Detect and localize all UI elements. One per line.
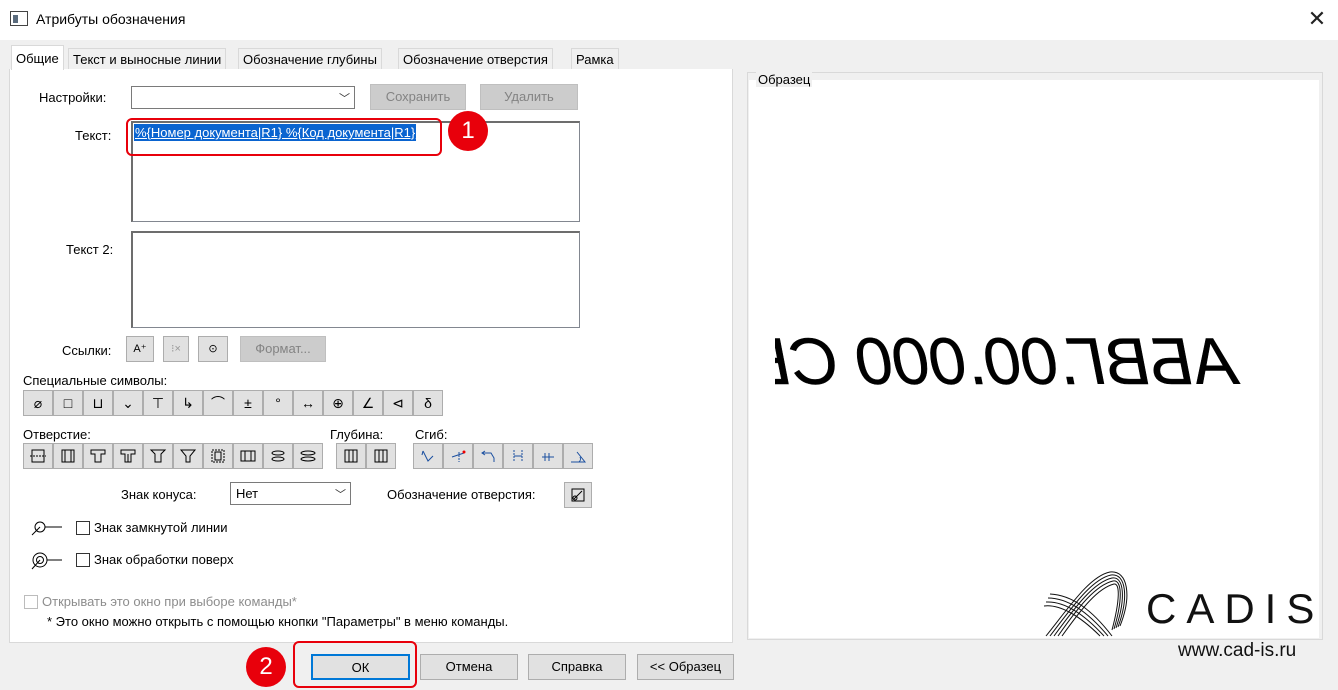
cancel-button[interactable]: Отмена (420, 654, 518, 680)
close-icon[interactable]: ✕ (1304, 6, 1330, 32)
cadis-logo-icon (1043, 571, 1128, 637)
links-label: Ссылки: (62, 343, 112, 358)
settings-label: Настройки: (39, 90, 107, 105)
format-button[interactable]: Формат... (240, 336, 326, 362)
insert-field-icon[interactable]: A⁺ (126, 336, 154, 362)
hole-slot-threaded-icon[interactable] (293, 443, 323, 469)
hole-threaded-icon[interactable] (53, 443, 83, 469)
diameter-icon[interactable]: ⌀ (23, 390, 53, 416)
counterbore-icon[interactable]: ⊔ (83, 390, 113, 416)
help-button[interactable]: Справка (528, 654, 626, 680)
open-on-command-checkbox[interactable] (24, 595, 38, 609)
hole-through-icon[interactable] (23, 443, 53, 469)
tab-depth[interactable]: Обозначение глубины (238, 48, 382, 70)
cadis-url: www.cad-is.ru (1178, 640, 1297, 661)
st-symbol-icon[interactable]: ⊕ (323, 390, 353, 416)
cone-label: Знак конуса: (121, 487, 197, 502)
taper-icon[interactable]: ⊲ (383, 390, 413, 416)
save-button[interactable]: Сохранить (370, 84, 466, 110)
remove-field-icon[interactable]: ⁝× (163, 336, 189, 362)
tab-text-leaders[interactable]: Текст и выносные линии (68, 48, 227, 70)
preview-label: Образец (756, 72, 813, 87)
cone-select[interactable]: Нет ﹀ (230, 482, 351, 505)
hole-designation-label: Обозначение отверстия: (387, 487, 536, 502)
plus-minus-icon[interactable]: ± (233, 390, 263, 416)
closed-line-icon (28, 516, 64, 538)
chevron-down-icon: ﹀ (339, 93, 350, 105)
footnote: * Это окно можно открыть с помощью кнопк… (47, 614, 509, 629)
closed-line-label: Знак замкнутой линии (94, 520, 228, 535)
bend-up-icon[interactable] (413, 443, 443, 469)
closed-line-checkbox[interactable] (76, 521, 90, 535)
special-symbols-label: Специальные символы: (23, 373, 168, 388)
hole-counterbore-icon[interactable] (83, 443, 113, 469)
depth-thread-icon[interactable] (366, 443, 396, 469)
square-icon[interactable]: □ (53, 390, 83, 416)
hole-label: Отверстие: (23, 427, 91, 442)
text2-field[interactable] (131, 231, 580, 328)
delta-icon[interactable]: δ (413, 390, 443, 416)
bend-label: Сгиб: (415, 427, 448, 442)
hole-designation-icon[interactable] (564, 482, 592, 508)
cadis-brand: CADIS (1146, 585, 1325, 632)
highlight-1 (126, 118, 442, 156)
annotation-badge-2: 2 (246, 647, 286, 687)
slope-arrow-icon[interactable]: ↳ (173, 390, 203, 416)
highlight-2 (293, 641, 417, 688)
hole-countersink-icon[interactable] (143, 443, 173, 469)
bend-right-icon[interactable] (503, 443, 533, 469)
bend-down-icon[interactable] (443, 443, 473, 469)
surface-treatment-icon (28, 548, 64, 572)
surface-treatment-label: Знак обработки поверх (94, 552, 234, 567)
sample-toggle-button[interactable]: << Образец (637, 654, 734, 680)
hole-counterbore-threaded-icon[interactable] (113, 443, 143, 469)
annotation-badge-1: 1 (448, 111, 488, 151)
depth-label: Глубина: (330, 427, 384, 442)
hole-blind-threaded-icon[interactable] (233, 443, 263, 469)
bend-radius-icon[interactable] (563, 443, 593, 469)
app-icon (10, 11, 28, 26)
degree-icon[interactable]: ° (263, 390, 293, 416)
hole-slot-icon[interactable] (263, 443, 293, 469)
depth-full-icon[interactable] (336, 443, 366, 469)
depth-symbol-icon[interactable]: ⊤ (143, 390, 173, 416)
tab-frame[interactable]: Рамка (571, 48, 619, 70)
tab-hole[interactable]: Обозначение отверстия (398, 48, 553, 70)
cone-value: Нет (236, 486, 259, 501)
delete-button[interactable]: Удалить (480, 84, 578, 110)
settings-select[interactable]: ﹀ (131, 86, 355, 109)
chevron-down-icon: ﹀ (335, 489, 346, 501)
bend-left-icon[interactable] (473, 443, 503, 469)
open-on-command-label: Открывать это окно при выборе команды* (42, 594, 297, 609)
double-arrow-icon[interactable]: ↔ (293, 390, 323, 416)
preview-sample: АБВГ.00.000 СБ (775, 324, 1241, 398)
text2-label: Текст 2: (66, 242, 114, 257)
bend-angle-icon[interactable] (533, 443, 563, 469)
hole-blind-icon[interactable] (203, 443, 233, 469)
arc-icon[interactable]: ⌒ (203, 390, 233, 416)
preview-sample-text: АБВГ.00.000 СБ (775, 324, 1241, 398)
text-label: Текст: (75, 128, 112, 143)
title-bar (0, 0, 1338, 40)
hole-countersink-threaded-icon[interactable] (173, 443, 203, 469)
surface-treatment-checkbox[interactable] (76, 553, 90, 567)
link-st-icon[interactable]: ⊙ (198, 336, 228, 362)
countersink-icon[interactable]: ⌄ (113, 390, 143, 416)
tab-general[interactable]: Общие (11, 45, 64, 70)
slope-icon[interactable]: ∠ (353, 390, 383, 416)
window-title: Атрибуты обозначения (36, 11, 186, 27)
